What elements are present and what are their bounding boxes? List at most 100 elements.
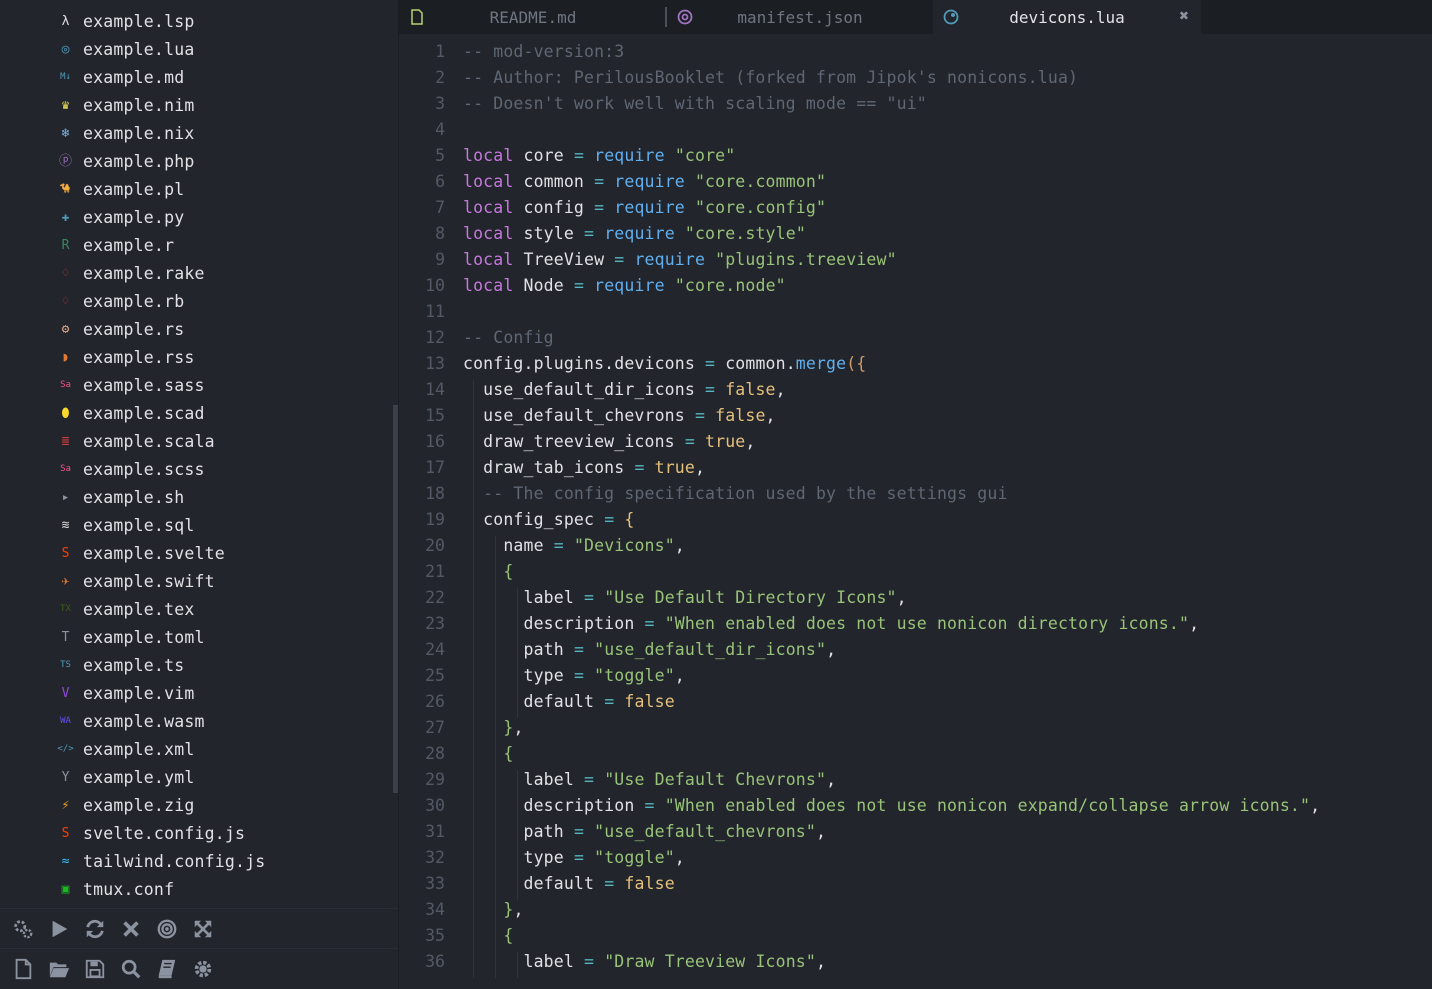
file-tree-item[interactable]: ⬮ example.scad: [58, 399, 388, 427]
line-number: 24: [425, 640, 445, 659]
file-tree-item[interactable]: ◎ example.lua: [58, 35, 388, 63]
file-tree-item[interactable]: λ example.lsp: [58, 7, 388, 35]
file-name: example.vim: [83, 683, 195, 703]
gear-icon[interactable]: [190, 956, 216, 982]
file-tree-item[interactable]: ▸ example.sh: [58, 483, 388, 511]
code-token: ,: [745, 432, 756, 451]
file-name: example.scss: [83, 459, 205, 479]
code-token: =: [705, 380, 716, 399]
file-name: example.sass: [83, 375, 205, 395]
line-number: 10: [425, 276, 445, 295]
code-line: local style = require "core.style": [463, 224, 806, 243]
code-token: style: [513, 224, 585, 243]
tab-devicons[interactable]: devicons.lua ✖: [933, 0, 1201, 34]
file-tree-item[interactable]: ✚ example.py: [58, 203, 388, 231]
file-tree-item[interactable]: Rexample.r: [58, 231, 388, 259]
tab-close-icon[interactable]: ✖: [1179, 6, 1189, 25]
new-file-icon[interactable]: [10, 956, 36, 982]
code-token: =: [573, 276, 585, 295]
file-tree-item[interactable]: ⚙ example.rs: [58, 315, 388, 343]
file-tree-item[interactable]: ❄ example.nix: [58, 119, 388, 147]
file-tree-item[interactable]: TS example.ts: [58, 651, 388, 679]
code-token: common: [513, 172, 595, 191]
file-tree-item[interactable]: ▣ tmux.conf: [58, 875, 388, 903]
code-line: {: [463, 562, 513, 581]
file-tree-item[interactable]: </> example.xml: [57, 735, 388, 763]
close-icon[interactable]: [118, 916, 144, 942]
file-tree-item[interactable]: ⚡ example.zig: [58, 791, 388, 819]
code-token: "plugins.treeview": [715, 250, 897, 269]
svelte-icon: S: [61, 545, 70, 561]
tab-manifest[interactable]: manifest.json: [667, 0, 933, 34]
file-tree-item[interactable]: 🐪 example.pl: [58, 175, 388, 203]
code-token: {: [503, 562, 514, 581]
file-name: tailwind.config.js: [83, 851, 266, 871]
file-tree-item[interactable]: ♢ example.rb: [58, 287, 388, 315]
target-icon[interactable]: [154, 916, 180, 942]
file-tree-item[interactable]: ≋ example.sql: [58, 511, 388, 539]
settings-icon[interactable]: [10, 916, 36, 942]
file-tree-item[interactable]: TX example.tex: [58, 595, 388, 623]
file-tree-item[interactable]: Texample.toml: [58, 623, 388, 651]
code-token: local: [463, 172, 514, 191]
code-line: description = "When enabled does not use…: [463, 796, 1321, 815]
nix-icon: ❄: [61, 125, 70, 141]
book-icon[interactable]: [154, 956, 180, 982]
file-tree-item[interactable]: Vexample.vim: [58, 679, 388, 707]
file-name: example.lsp: [83, 11, 195, 31]
file-tree-item[interactable]: ⓟ example.php: [58, 147, 388, 175]
code-token: true: [705, 432, 746, 451]
file-tree-item[interactable]: Sa example.sass: [58, 371, 388, 399]
save-icon[interactable]: [82, 956, 108, 982]
search-icon[interactable]: [118, 956, 144, 982]
typescript-icon: TS: [60, 659, 71, 670]
file-tree-item[interactable]: ♢ example.rake: [58, 259, 388, 287]
code-token: false: [725, 380, 776, 399]
line-number: 22: [425, 588, 445, 607]
file-name: example.scad: [83, 403, 205, 423]
sass-icon: Sa: [60, 379, 71, 390]
file-tree-item[interactable]: ♛ example.nim: [58, 91, 388, 119]
code-token: -- Author: PerilousBooklet (forked from …: [463, 68, 1079, 87]
file-tree-item[interactable]: Ssvelte.config.js: [58, 819, 388, 847]
run-icon[interactable]: [46, 916, 72, 942]
code-token: ,: [674, 848, 685, 867]
xml-icon: </>: [57, 743, 74, 754]
code-line: default = false: [463, 692, 675, 711]
fullscreen-icon[interactable]: [190, 916, 216, 942]
tailwind-icon: ≈: [61, 853, 70, 869]
file-tree-item[interactable]: Sa example.scss: [58, 455, 388, 483]
file-tree-item[interactable]: Sexample.svelte: [58, 539, 388, 567]
line-number: 15: [425, 406, 445, 425]
tree-scrollbar[interactable]: [393, 405, 398, 793]
code-token: true: [654, 458, 695, 477]
line-number: 19: [425, 510, 445, 529]
file-tree-item[interactable]: ◗ example.rss: [58, 343, 388, 371]
code-editor[interactable]: 1 2 3 4 5 6 7 8 9 10 11 12 13 14 15 16 17 18 19 20 21 22 23 24 2…: [399, 34, 1432, 989]
line-number: 2: [435, 68, 445, 87]
file-name: example.yml: [83, 767, 195, 787]
file-name: example.lua: [83, 39, 195, 59]
file-tree-item[interactable]: ≣ example.scala: [58, 427, 388, 455]
file-name: example.rs: [83, 319, 185, 339]
code-token: =: [584, 770, 595, 789]
file-tree-item[interactable]: ≈ tailwind.config.js: [58, 847, 388, 875]
code-line: path = "use_default_dir_icons",: [463, 640, 837, 659]
tab-readme[interactable]: README.md: [399, 0, 667, 34]
line-number: 16: [425, 432, 445, 451]
code-line: use_default_dir_icons = false,: [463, 380, 786, 399]
toml-icon: T: [61, 629, 70, 645]
python-icon: ✚: [61, 209, 70, 225]
file-name: example.rss: [83, 347, 195, 367]
file-tree-item[interactable]: M↓ example.md: [58, 63, 388, 91]
reload-icon[interactable]: [82, 916, 108, 942]
open-folder-icon[interactable]: [46, 956, 72, 982]
file-tree-item[interactable]: Yexample.yml: [58, 763, 388, 791]
file-tree-item[interactable]: ✈ example.swift: [58, 567, 388, 595]
file-tree-item[interactable]: WA example.wasm: [58, 707, 388, 735]
code-token: path: [463, 822, 574, 841]
perl-icon: 🐪: [59, 183, 72, 194]
code-token: =: [694, 406, 706, 425]
